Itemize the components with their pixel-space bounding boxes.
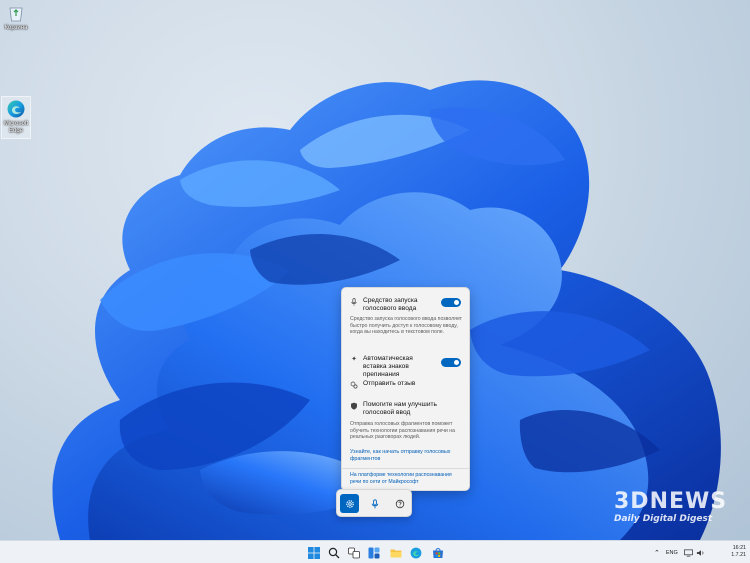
speech-platform-link[interactable]: На платформе технологии распознавания ре… — [350, 472, 463, 485]
system-tray: ⌃ ENG — [654, 541, 705, 563]
help-button[interactable] — [390, 494, 409, 513]
auto-punctuation-toggle[interactable] — [441, 358, 461, 367]
recycle-bin-icon — [9, 7, 23, 22]
improve-voice-row: Помогите нам улучшить голосовой ввод — [350, 401, 461, 417]
panel-divider — [342, 468, 469, 469]
search-button[interactable] — [326, 545, 341, 560]
widgets-button[interactable] — [366, 545, 381, 560]
search-icon — [328, 547, 339, 558]
folder-icon — [390, 549, 401, 557]
improve-voice-description: Отправка голосовых фрагментов поможет об… — [350, 421, 455, 441]
language-indicator[interactable]: ENG — [666, 550, 678, 556]
clock-time: 16:21 — [732, 545, 746, 551]
settings-button[interactable] — [340, 494, 359, 513]
store-button[interactable] — [430, 545, 445, 560]
help-icon — [395, 499, 404, 508]
edge-icon — [410, 547, 421, 558]
shield-icon — [350, 402, 358, 410]
watermark: 3DNEWS Daily Digital Digest — [614, 491, 744, 531]
edge-icon — [7, 100, 25, 118]
task-view-button[interactable] — [346, 545, 361, 560]
volume-icon[interactable] — [696, 549, 705, 557]
store-icon — [432, 547, 443, 558]
sparkle-icon: ✦ — [351, 356, 357, 363]
watermark-logo: 3DNEWS — [614, 489, 728, 514]
microphone-icon — [350, 298, 358, 306]
gear-icon — [345, 499, 354, 508]
desktop-icon-label: Microsoft Edge — [3, 121, 29, 134]
voice-clips-link[interactable]: Узнайте, как начать отправку голосовых ф… — [350, 449, 463, 463]
voice-launcher-toggle[interactable] — [441, 298, 461, 307]
voice-launcher-row: Средство запуска голосового ввода — [350, 297, 437, 313]
voice-typing-settings-panel: Средство запуска голосового ввода Средст… — [341, 287, 470, 491]
microphone-button[interactable] — [365, 494, 384, 513]
file-explorer-button[interactable] — [388, 545, 403, 560]
auto-punctuation-title: Автоматическая вставка знаков препинания — [363, 355, 413, 378]
start-button[interactable] — [306, 545, 321, 560]
microphone-icon — [371, 498, 378, 508]
desktop-icon-label: Корзина — [4, 25, 28, 31]
edge-taskbar-button[interactable] — [408, 545, 423, 560]
clock-date: 1.7.21 — [731, 552, 746, 558]
widgets-icon — [368, 547, 379, 558]
desktop-icon-edge[interactable]: Microsoft Edge — [1, 96, 31, 139]
desktop-icon-recycle-bin[interactable]: Корзина — [1, 3, 31, 32]
feedback-icon — [350, 381, 358, 389]
voice-typing-bar — [336, 489, 412, 517]
voice-launcher-description: Средство запуска голосового ввода позвол… — [350, 316, 463, 336]
windows-start-icon — [307, 546, 320, 559]
improve-voice-title: Помогите нам улучшить голосовой ввод — [363, 401, 437, 416]
chevron-up-icon[interactable]: ⌃ — [654, 549, 660, 557]
auto-punctuation-row: ✦ Автоматическая вставка знаков препинан… — [350, 355, 437, 379]
task-view-icon — [347, 547, 360, 558]
voice-launcher-title: Средство запуска голосового ввода — [363, 297, 418, 312]
taskbar: ⌃ ENG 16:21 1.7.21 — [0, 540, 750, 563]
network-icon[interactable] — [683, 548, 693, 557]
watermark-subtitle: Daily Digital Digest — [614, 514, 713, 524]
clock[interactable]: 16:21 1.7.21 — [731, 545, 746, 559]
send-feedback-row[interactable]: Отправить отзыв — [350, 380, 461, 389]
send-feedback-label: Отправить отзыв — [363, 380, 416, 387]
